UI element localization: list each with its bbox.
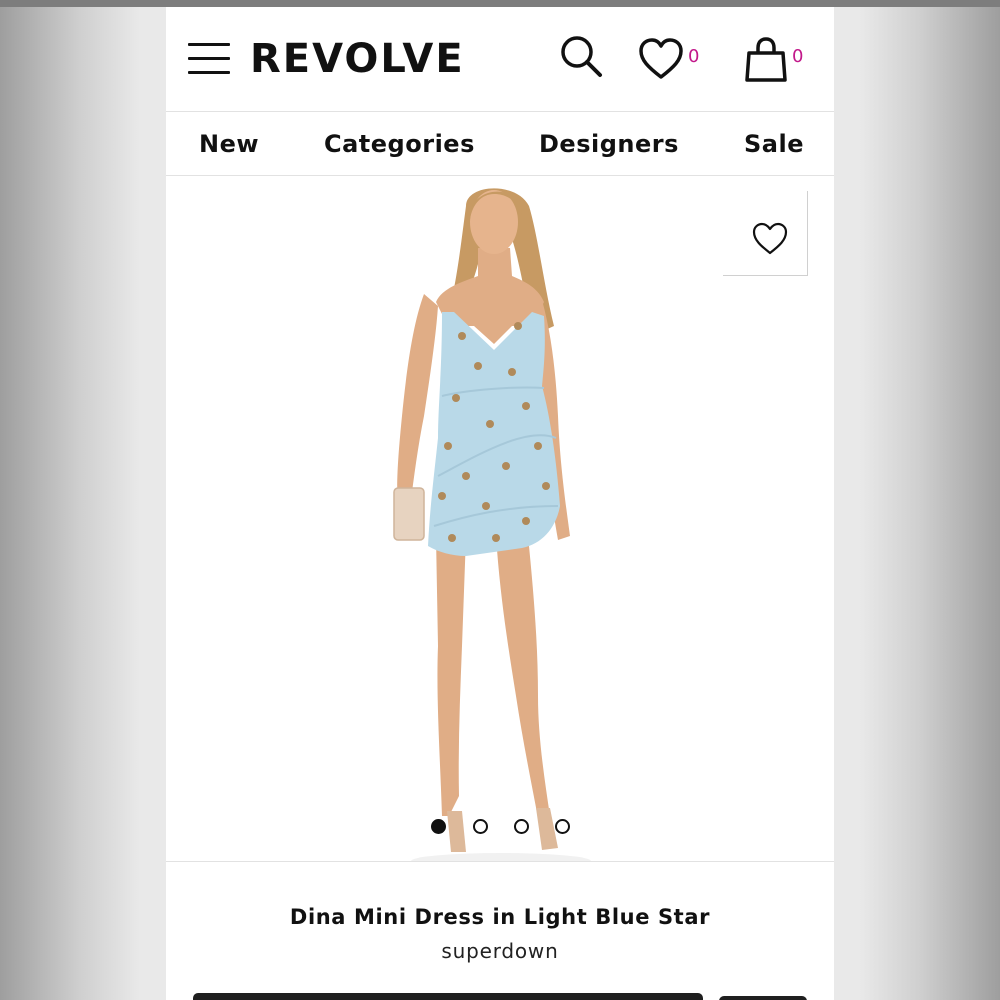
menu-icon-line [188,43,230,46]
product-image-gallery[interactable] [166,176,834,861]
search-button[interactable] [558,33,604,83]
section-divider [166,861,834,862]
nav-item-sale[interactable]: Sale [744,130,804,158]
menu-icon-line [188,57,230,60]
carousel-dot[interactable] [473,819,488,834]
top-header: REVOLVE 0 0 [166,7,834,112]
product-name: Dina Mini Dress in Light Blue Star [289,905,711,929]
brand-logo[interactable]: REVOLVE [250,35,465,83]
menu-icon-line [188,71,230,74]
menu-button[interactable] [188,43,230,75]
bag-button[interactable] [744,37,788,87]
nav-item-categories[interactable]: Categories [324,130,475,158]
nav-item-new[interactable]: New [199,130,259,158]
carousel-dot[interactable] [514,819,529,834]
product-brand[interactable]: superdown [166,939,834,963]
shopping-bag-icon [745,37,787,82]
heart-icon [639,38,683,79]
search-icon [561,36,602,77]
carousel-dot[interactable] [431,819,446,834]
category-nav: New Categories Designers Sale [166,112,834,176]
nav-item-designers[interactable]: Designers [539,130,679,158]
heart-icon [752,222,788,255]
add-to-wishlist-button[interactable] [723,191,808,276]
wishlist-button[interactable] [638,37,684,85]
carousel-indicators [429,819,579,835]
product-photo[interactable] [166,176,834,861]
app-window: REVOLVE 0 0 New Categories Designers Sal… [166,7,834,1000]
carousel-dot[interactable] [555,819,570,834]
action-button-edge[interactable] [719,996,807,1000]
wishlist-count-badge: 0 [688,46,700,67]
bag-count-badge: 0 [792,46,804,67]
status-strip [0,0,1000,7]
price-bar [193,993,703,1000]
